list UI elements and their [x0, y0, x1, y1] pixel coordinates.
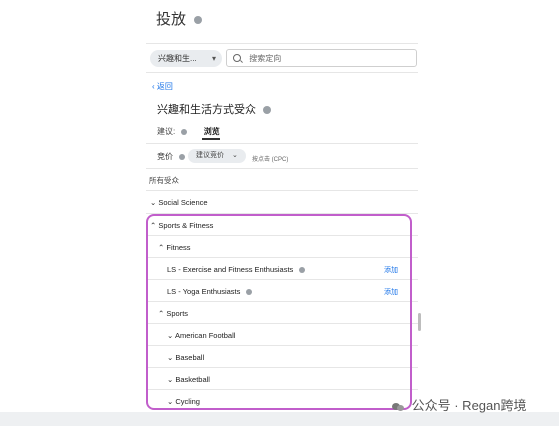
active-tab-indicator [202, 138, 220, 140]
info-icon[interactable] [194, 16, 203, 25]
tab-browse[interactable]: 浏览 [204, 127, 220, 136]
all-audiences-label: 所有受众 [149, 176, 179, 185]
search-input[interactable]: 搜索定向 [226, 49, 417, 67]
info-icon[interactable] [181, 128, 188, 135]
info-icon[interactable] [263, 106, 272, 115]
info-icon[interactable] [179, 153, 186, 160]
bid-label: 竞价 [157, 151, 186, 162]
tabs-divider [146, 143, 418, 144]
page-title-text: 投放 [156, 11, 187, 28]
bid-strategy-label: 建议竞价 [196, 152, 224, 159]
filter-divider [146, 72, 418, 73]
bid-label-text: 竞价 [157, 152, 173, 161]
section-title-text: 兴趣和生活方式受众 [157, 104, 256, 116]
scrollbar-thumb[interactable] [418, 313, 421, 331]
mode-tabs: 建议: 浏览 [157, 126, 220, 140]
tree-item-label: Social Science [158, 198, 208, 207]
page-title: 投放 [156, 8, 203, 29]
bid-note: 按点击 (CPC) [252, 157, 289, 163]
sports-fitness-highlight [146, 214, 412, 410]
back-label: 返回 [156, 82, 173, 91]
search-placeholder: 搜索定向 [249, 54, 282, 63]
search-icon [233, 54, 241, 62]
header-divider [146, 43, 418, 44]
bid-strategy-dropdown[interactable]: 建议竞价 ⌄ [188, 149, 246, 163]
tab-suggest[interactable]: 建议: [157, 127, 175, 136]
category-dropdown-label: 兴趣和生... [158, 54, 197, 63]
chevron-down-icon: ⌄ [231, 152, 238, 159]
bottom-strip [0, 412, 559, 426]
category-dropdown[interactable]: 兴趣和生... ▾ [150, 50, 222, 67]
back-link[interactable]: ‹ 返回 [152, 81, 173, 92]
bid-divider [146, 168, 418, 169]
section-title: 兴趣和生活方式受众 [157, 101, 272, 117]
watermark-text: 公众号 · Regan跨境 [411, 398, 527, 413]
chevron-down-icon: ▾ [211, 54, 216, 63]
watermark: 公众号 · Regan跨境 [392, 395, 527, 414]
wechat-icon [392, 402, 404, 412]
all-audiences-divider [146, 190, 418, 191]
